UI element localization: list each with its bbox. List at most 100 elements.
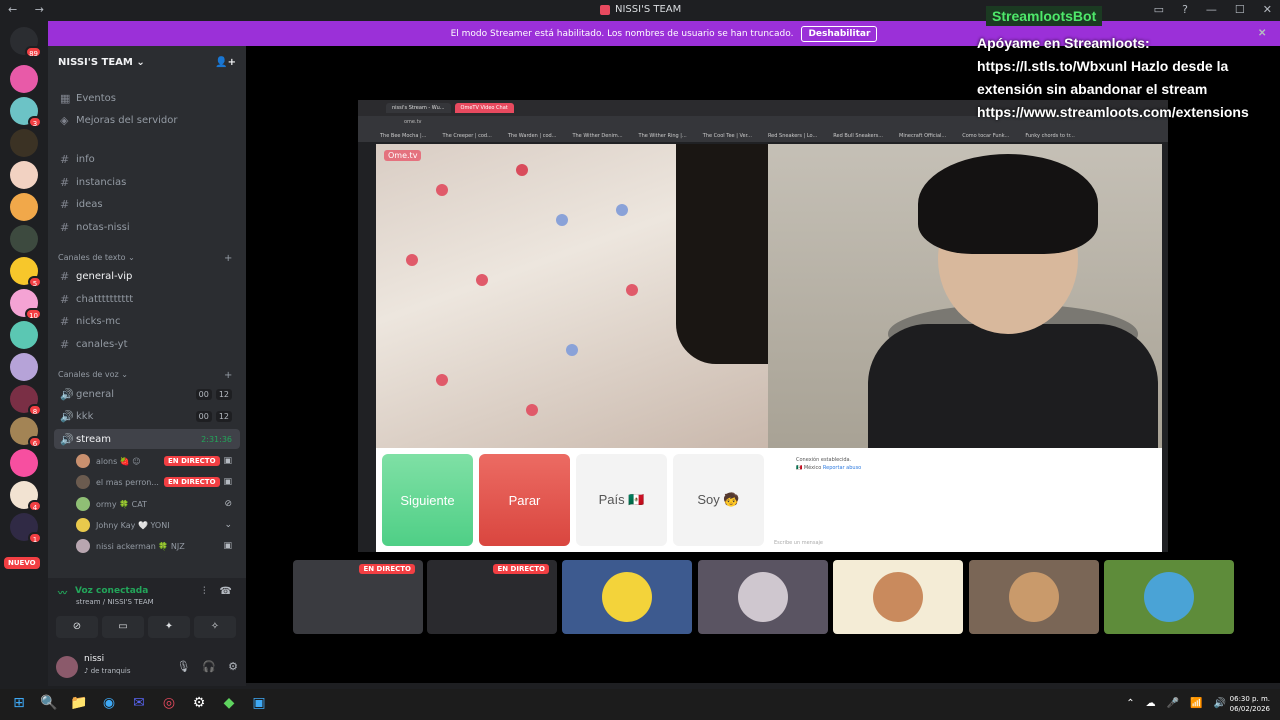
disconnect-icon[interactable]: ☎	[220, 586, 232, 597]
wifi-icon[interactable]: 📶	[1190, 698, 1202, 709]
hash-icon: #	[60, 269, 70, 283]
channel-chatt[interactable]: # chatttttttttt	[54, 289, 240, 309]
participant-tile[interactable]	[833, 560, 963, 634]
invite-icon[interactable]: 👤+	[215, 57, 236, 68]
server-icon[interactable]: 4	[10, 481, 42, 512]
gender-button[interactable]: Soy 🧒	[673, 454, 764, 546]
headphones-icon[interactable]: 🎧	[202, 660, 216, 673]
participant-tile[interactable]	[969, 560, 1099, 634]
voice-user[interactable]: nissi ackerman 🍀 NJZ ▣	[76, 536, 236, 556]
forward-arrow-icon[interactable]: →	[35, 3, 44, 16]
chat-message: Conexión establecida. 🇲🇽 México Reportar…	[796, 456, 861, 472]
disable-button[interactable]: Deshabilitar	[801, 25, 878, 42]
guild-header[interactable]: NISSI'S TEAM ⌄ 👤+	[48, 46, 246, 78]
chat-input[interactable]: Escribe un mensaje	[774, 540, 823, 546]
nav-buttons[interactable]: ← →	[8, 3, 58, 16]
voice-channel-stream[interactable]: 🔊 stream 2:31:36	[54, 429, 240, 449]
soundboard-icon[interactable]: ✧	[194, 616, 236, 638]
server-icon[interactable]	[10, 321, 38, 349]
channel-label: nicks-mc	[76, 315, 121, 327]
windows-start-icon[interactable]: ⊞	[10, 695, 28, 711]
participant-tile[interactable]	[698, 560, 828, 634]
ometv-chat: Conexión establecida. 🇲🇽 México Reportar…	[768, 448, 1162, 552]
channel-instancias[interactable]: # instancias	[54, 172, 240, 192]
report-link[interactable]: Reportar abuso	[823, 465, 861, 471]
stop-button[interactable]: Parar	[479, 454, 570, 546]
channel-ideas[interactable]: # ideas	[54, 194, 240, 214]
channel-info[interactable]: # info	[54, 149, 240, 169]
clock[interactable]: 06:30 p. m. 06/02/2026	[1230, 694, 1270, 714]
channel-general-vip[interactable]: # general-vip	[54, 266, 240, 286]
pattern-dot	[436, 374, 448, 386]
chevron-down-icon: ⌄	[224, 520, 232, 530]
folder-icon[interactable]: 📁	[70, 695, 88, 711]
voice-user[interactable]: Johny Kay 🤍 YONI ⌄	[76, 515, 236, 535]
participant-tile[interactable]	[1104, 560, 1234, 634]
edge-icon[interactable]: ◉	[100, 695, 118, 711]
back-arrow-icon[interactable]: ←	[8, 3, 17, 16]
opera-icon[interactable]: ◎	[160, 695, 178, 711]
server-icon[interactable]	[10, 161, 38, 189]
server-rail: 89 3 5 10 8 6 4 1 NUEVO	[0, 21, 48, 683]
speaker-icon: 🔊	[60, 432, 74, 446]
cloud-icon[interactable]: ☁	[1146, 698, 1156, 709]
server-icon[interactable]	[10, 129, 38, 157]
channel-label: general-vip	[76, 270, 133, 282]
avatar[interactable]	[56, 656, 78, 678]
close-icon[interactable]: ✕	[1258, 28, 1266, 39]
live-badge: EN DIRECTO	[359, 564, 415, 574]
server-icon[interactable]: 1	[10, 513, 42, 544]
participant-tile[interactable]	[562, 560, 692, 634]
server-icon[interactable]: 10	[10, 289, 42, 320]
mic-icon[interactable]: 🎤	[1167, 698, 1179, 709]
search-icon[interactable]: 🔍	[40, 695, 58, 711]
next-button[interactable]: Siguiente	[382, 454, 473, 546]
server-icon[interactable]: 5	[10, 257, 42, 288]
screen-share-icon[interactable]: ▭	[102, 616, 144, 638]
voice-category[interactable]: Canales de voz ⌄ +	[58, 370, 232, 381]
participant-tile[interactable]: EN DIRECTO	[427, 560, 557, 634]
discord-home-icon[interactable]: 89	[10, 27, 42, 58]
server-icon[interactable]	[10, 353, 38, 381]
noise-icon[interactable]: ⫶	[203, 586, 206, 597]
camera-off-icon[interactable]: ⊘	[56, 616, 98, 638]
server-icon[interactable]	[10, 449, 38, 477]
add-channel-icon[interactable]: +	[224, 253, 232, 264]
bookmark: The Wither Ring |...	[638, 133, 687, 139]
stream-view[interactable]: nissi's Stream - Wu... OmeTV Video Chat …	[358, 100, 1168, 552]
participant-tile[interactable]: EN DIRECTO	[293, 560, 423, 634]
channel-notas-nissi[interactable]: # notas-nissi	[54, 217, 240, 237]
mic-icon[interactable]: 🎙	[176, 660, 190, 673]
server-icon[interactable]: 6	[10, 417, 42, 448]
server-icon[interactable]: 8	[10, 385, 42, 416]
server-icon[interactable]	[10, 65, 38, 93]
volume-icon[interactable]: 🔊	[1214, 698, 1226, 709]
server-icon[interactable]: 3	[10, 97, 42, 128]
server-icon[interactable]	[10, 225, 38, 253]
voice-channel-general[interactable]: 🔊 general 00 12	[54, 384, 240, 404]
discord-icon[interactable]: ✉	[130, 695, 148, 711]
avatar	[602, 572, 652, 622]
channel-nicks-mc[interactable]: # nicks-mc	[54, 311, 240, 331]
badge: 89	[25, 46, 42, 58]
channel-events[interactable]: ▦ Eventos	[54, 88, 240, 108]
country-button[interactable]: País 🇲🇽	[576, 454, 667, 546]
count-pill: 00	[195, 410, 212, 422]
voice-channel-kkk[interactable]: 🔊 kkk 00 12	[54, 406, 240, 426]
channel-canales-yt[interactable]: # canales-yt	[54, 334, 240, 354]
app-icon[interactable]: ▣	[250, 695, 268, 711]
voice-user[interactable]: alons 🍓 ☺ EN DIRECTO ▣	[76, 451, 236, 471]
add-channel-icon[interactable]: +	[224, 370, 232, 381]
hair	[676, 144, 768, 364]
voice-user[interactable]: el mas perron... EN DIRECTO ▣	[76, 472, 236, 492]
server-icon[interactable]	[10, 193, 38, 221]
voice-user[interactable]: ormy 🍀 CAT ⊘	[76, 494, 236, 514]
text-category[interactable]: Canales de texto ⌄ +	[58, 253, 232, 264]
minecraft-icon[interactable]: ◆	[220, 695, 238, 711]
badge: 3	[28, 116, 42, 128]
settings-icon[interactable]: ⚙	[190, 695, 208, 711]
gear-icon[interactable]: ⚙	[228, 660, 238, 673]
channel-boosts[interactable]: ◈ Mejoras del servidor	[54, 110, 240, 130]
chevron-up-icon[interactable]: ⌃	[1126, 698, 1134, 709]
activities-icon[interactable]: ✦	[148, 616, 190, 638]
